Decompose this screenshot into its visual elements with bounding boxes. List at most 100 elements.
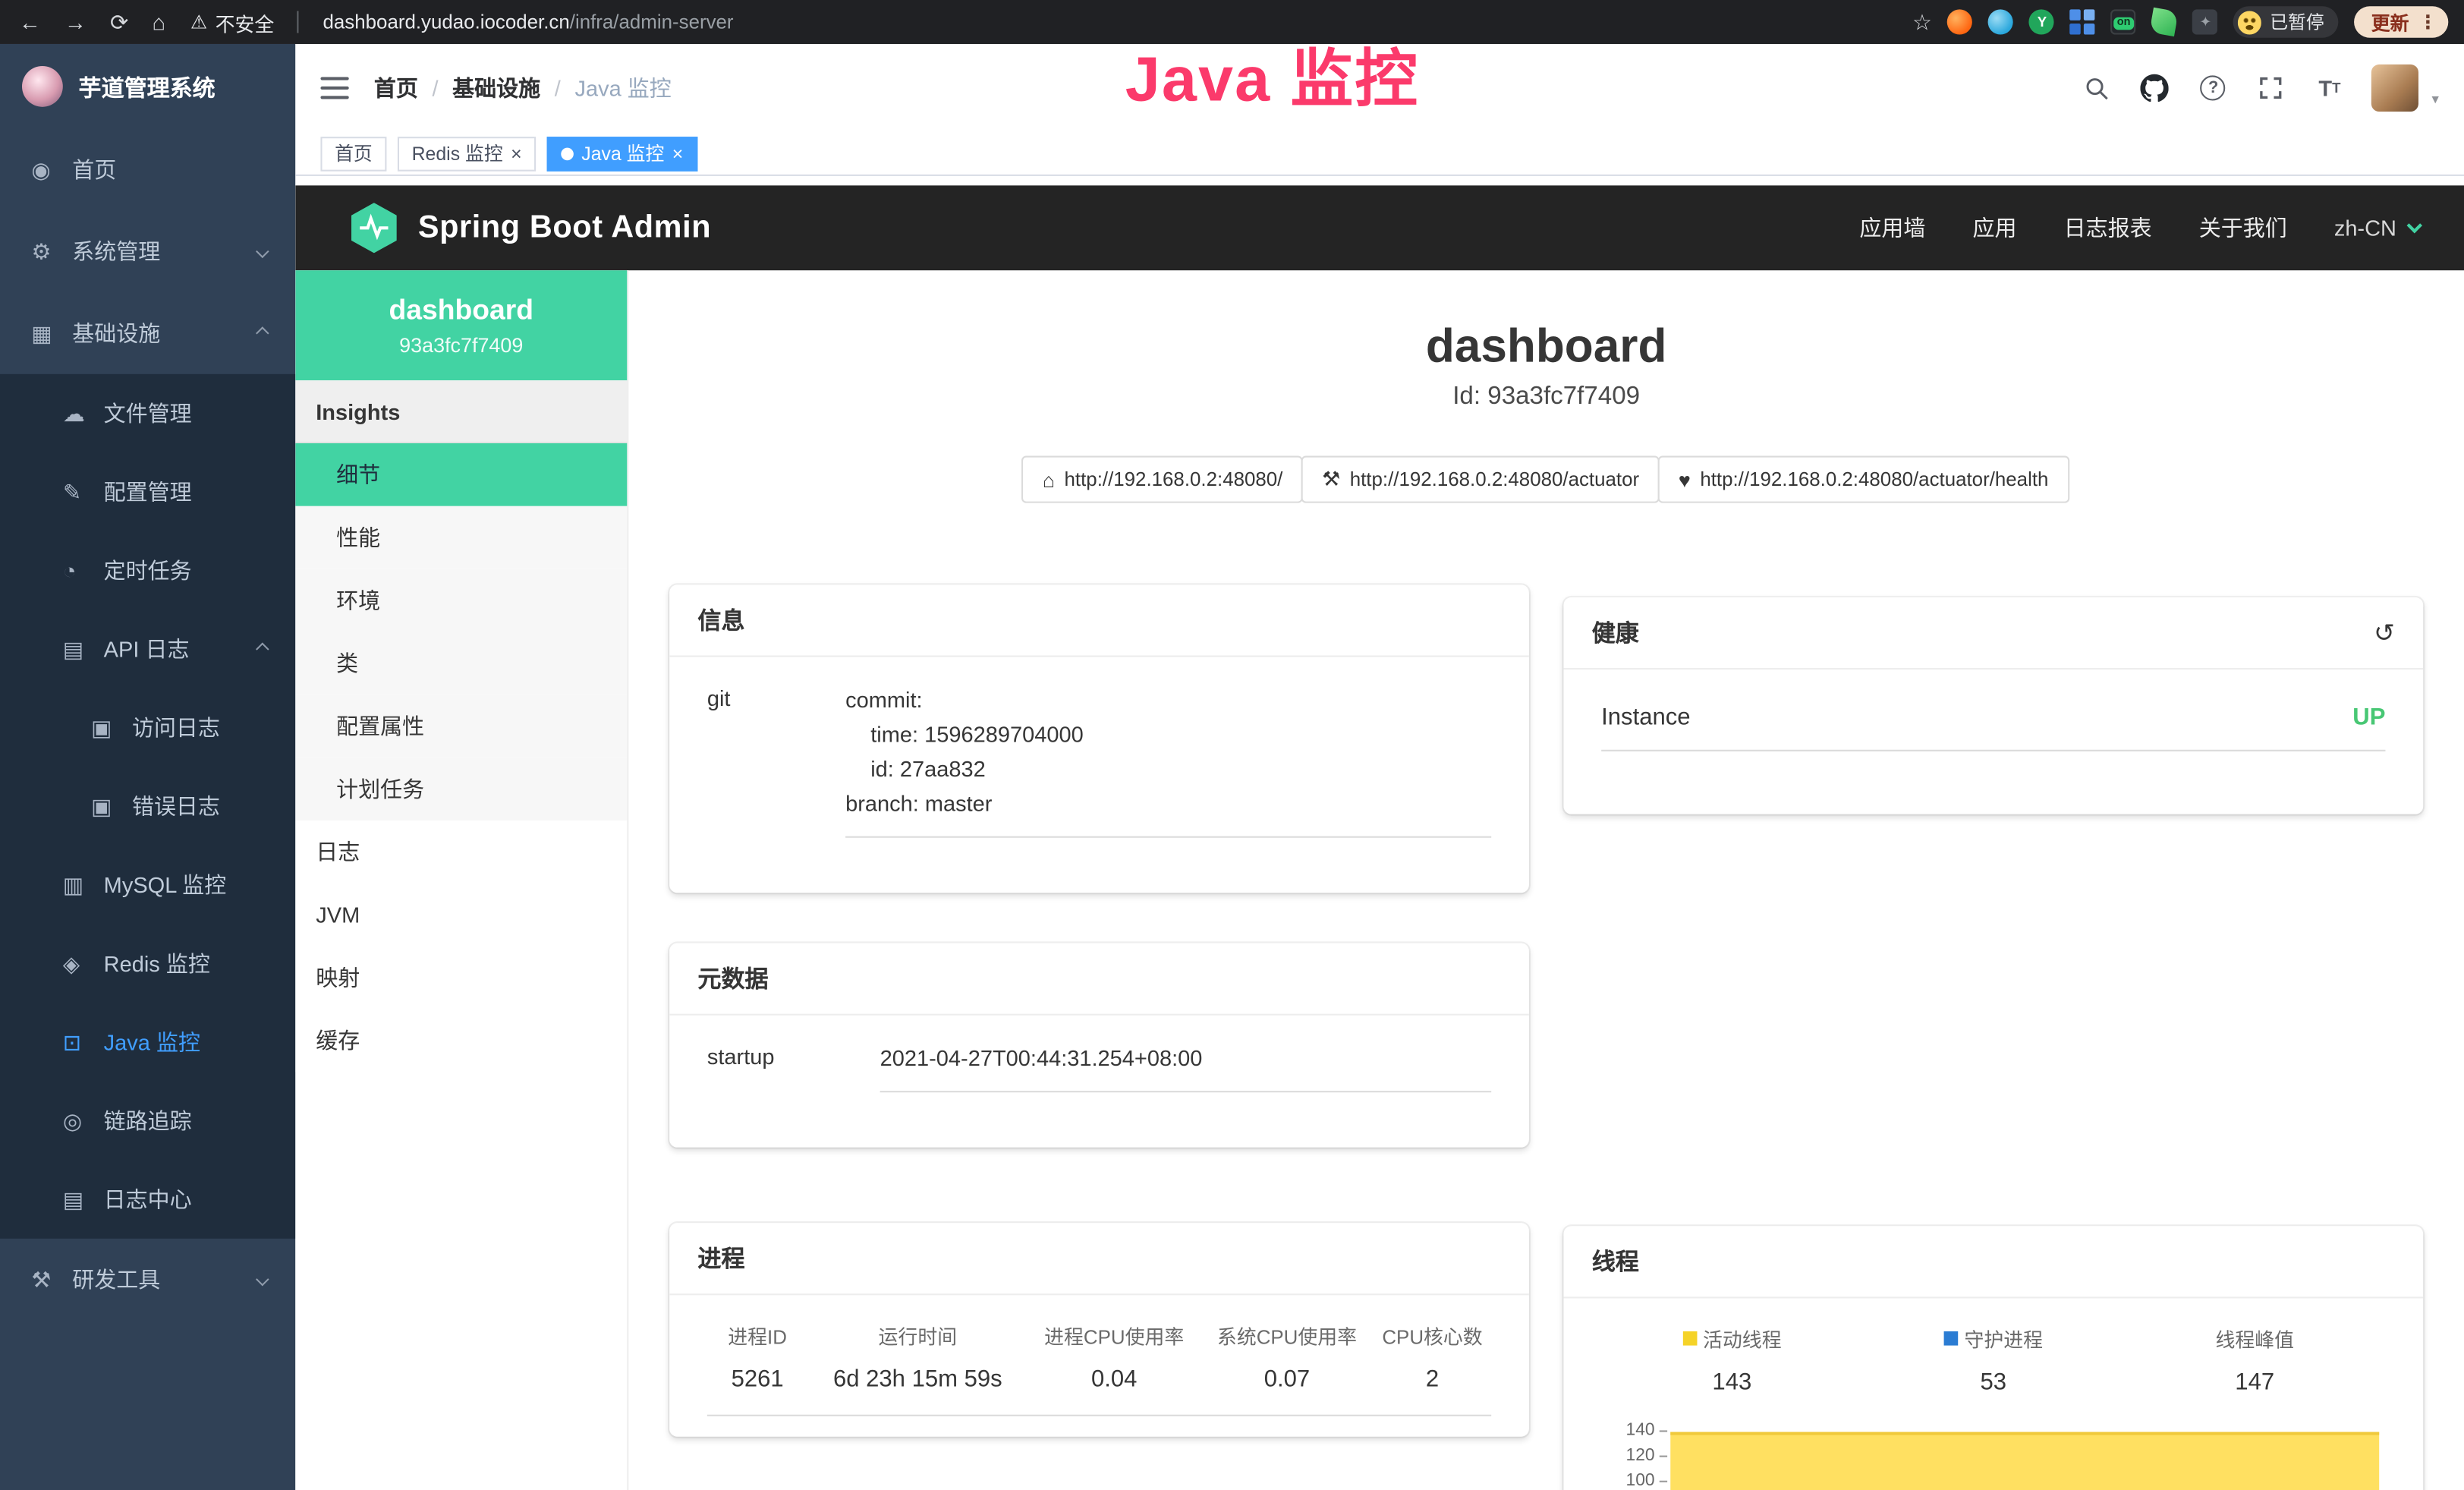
sba-menu-classes[interactable]: 类 bbox=[295, 632, 627, 695]
tab-java-monitor[interactable]: Java 监控 × bbox=[547, 136, 697, 171]
sidebar-item-scheduled-jobs[interactable]: ◔ 定时任务 bbox=[0, 531, 295, 610]
instance-health-link[interactable]: ♥ http://192.168.0.2:48080/actuator/heal… bbox=[1658, 456, 2069, 503]
search-icon[interactable] bbox=[2082, 72, 2113, 103]
fullscreen-icon[interactable] bbox=[2256, 72, 2287, 103]
cards-right-column: 健康 ↺ Instance UP 线程 bbox=[1563, 584, 2423, 1490]
tab-label: Java 监控 bbox=[581, 140, 664, 166]
sidebar-item-config-mgmt[interactable]: ✎ 配置管理 bbox=[0, 452, 295, 531]
sidebar-item-system-mgmt[interactable]: ⚙ 系统管理 bbox=[0, 210, 295, 292]
dashboard-icon: ◉ bbox=[31, 156, 72, 183]
font-size-icon[interactable]: TT bbox=[2314, 72, 2345, 103]
header-tools: ? TT ▾ bbox=[2082, 65, 2439, 112]
tab-redis-monitor[interactable]: Redis 监控 × bbox=[398, 136, 536, 171]
close-icon[interactable]: × bbox=[511, 143, 522, 162]
sba-menu-caches[interactable]: 缓存 bbox=[295, 1009, 627, 1072]
extension-icon-leaf[interactable] bbox=[2150, 8, 2179, 36]
cards-left-column: 信息 git commit: time: 1596289704000 id: 2… bbox=[669, 584, 1529, 1436]
address-bar[interactable]: ⚠ 不安全 dashboard.yudao.iocoder.cn/infra/a… bbox=[190, 7, 734, 36]
git-time-line: time: 1596289704000 bbox=[845, 717, 1491, 751]
heartbeat-icon: ♥ bbox=[1679, 468, 1691, 491]
forward-icon[interactable]: → bbox=[65, 9, 87, 34]
sba-nav-applications[interactable]: 应用 bbox=[1973, 213, 2017, 244]
sba-menu-mappings[interactable]: 映射 bbox=[295, 947, 627, 1010]
sba-nav-about[interactable]: 关于我们 bbox=[2199, 213, 2287, 244]
live-threads-value: 143 bbox=[1601, 1369, 1862, 1396]
github-icon[interactable] bbox=[2139, 72, 2170, 103]
sba-menu-details[interactable]: 细节 bbox=[295, 443, 627, 506]
sidebar-item-dev-tools[interactable]: ⚒ 研发工具 bbox=[0, 1239, 295, 1321]
sidebar-collapse-icon[interactable] bbox=[320, 77, 348, 99]
instance-id: 93a3fc7f7409 bbox=[399, 333, 523, 357]
extension-icon-orange[interactable] bbox=[1948, 9, 1973, 34]
sidebar-item-error-logs[interactable]: ▣ 错误日志 bbox=[0, 767, 295, 846]
sidebar-item-home[interactable]: ◉ 首页 bbox=[0, 129, 295, 211]
wrench-icon: ⚒ bbox=[1322, 467, 1340, 492]
home-icon[interactable]: ⌂ bbox=[152, 9, 165, 34]
profile-paused-chip[interactable]: 已暂停 bbox=[2234, 6, 2339, 37]
instance-home-link[interactable]: ⌂ http://192.168.0.2:48080/ bbox=[1022, 456, 1303, 503]
sba-menu-scheduled-tasks[interactable]: 计划任务 bbox=[295, 758, 627, 821]
tab-home[interactable]: 首页 bbox=[320, 136, 386, 171]
y-tick-120: 120 bbox=[1626, 1446, 1655, 1465]
breadcrumb-infrastructure[interactable]: 基础设施 bbox=[452, 72, 540, 103]
sidebar-item-mysql-monitor[interactable]: ▥ MySQL 监控 bbox=[0, 846, 295, 925]
sba-brand-title[interactable]: Spring Boot Admin bbox=[418, 209, 711, 246]
locale-label: zh-CN bbox=[2334, 216, 2396, 241]
document-icon: ▣ bbox=[91, 714, 132, 741]
reload-icon[interactable]: ⟳ bbox=[110, 8, 128, 35]
sidebar-item-java-monitor[interactable]: ⊡ Java 监控 bbox=[0, 1003, 295, 1082]
back-icon[interactable]: ← bbox=[19, 9, 41, 34]
chevron-down-icon bbox=[256, 245, 269, 259]
help-icon[interactable]: ? bbox=[2198, 72, 2229, 103]
link-label: http://192.168.0.2:48080/actuator/health bbox=[1700, 468, 2048, 490]
chevron-down-icon bbox=[256, 1273, 269, 1287]
extension-icon-on[interactable]: on bbox=[2111, 9, 2136, 34]
sidebar-item-label: Redis 监控 bbox=[104, 948, 210, 979]
sba-menu-config-props[interactable]: 配置属性 bbox=[295, 695, 627, 758]
git-commit-line: commit: bbox=[845, 682, 1491, 717]
sba-menu-metrics[interactable]: 性能 bbox=[295, 506, 627, 569]
close-icon[interactable]: × bbox=[672, 143, 684, 162]
sba-nav-journal[interactable]: 日志报表 bbox=[2064, 213, 2152, 244]
metadata-card-title: 元数据 bbox=[697, 962, 768, 994]
extension-icon-green-y[interactable]: Y bbox=[2029, 9, 2054, 34]
system-cpu-header: 系统CPU使用率 bbox=[1201, 1320, 1374, 1350]
edit-icon: ✎ bbox=[63, 479, 104, 506]
user-avatar[interactable] bbox=[2372, 65, 2419, 112]
breadcrumb: 首页 / 基础设施 / Java 监控 bbox=[374, 72, 672, 103]
browser-menu-kebab-icon[interactable]: ⋮ bbox=[2418, 11, 2437, 33]
system-cpu-value: 0.07 bbox=[1201, 1366, 1374, 1393]
instance-actuator-link[interactable]: ⚒ http://192.168.0.2:48080/actuator bbox=[1301, 456, 1660, 503]
extension-icon-dark[interactable]: ✦ bbox=[2193, 9, 2218, 34]
breadcrumb-home[interactable]: 首页 bbox=[374, 72, 418, 103]
sba-nav-wallboard[interactable]: 应用墙 bbox=[1859, 213, 1925, 244]
sidebar-item-redis-monitor[interactable]: ◈ Redis 监控 bbox=[0, 925, 295, 1003]
sba-menu-logs[interactable]: 日志 bbox=[295, 821, 627, 884]
extension-icon-grid[interactable] bbox=[2070, 9, 2095, 34]
history-icon[interactable]: ↺ bbox=[2374, 617, 2395, 648]
sba-menu-environment[interactable]: 环境 bbox=[295, 569, 627, 632]
sidebar-item-infrastructure[interactable]: ▦ 基础设施 bbox=[0, 292, 295, 374]
peak-threads-label: 线程峰值 bbox=[2215, 1324, 2294, 1353]
extension-icon-blue[interactable] bbox=[1989, 9, 2014, 34]
bookmark-star-icon[interactable]: ☆ bbox=[1912, 8, 1932, 35]
sba-main: dashboard Id: 93a3fc7f7409 ⌂ http://192.… bbox=[628, 270, 2464, 1490]
sidebar-item-access-logs[interactable]: ▣ 访问日志 bbox=[0, 688, 295, 767]
process-card: 进程 进程ID5261 运行时间6d 23h 15m 59s 进程CPU使用率0… bbox=[669, 1223, 1529, 1437]
sidebar-item-label: 系统管理 bbox=[72, 236, 160, 267]
sidebar-item-api-logs[interactable]: ▤ API 日志 bbox=[0, 610, 295, 688]
app-sidebar: 芋道管理系统 ◉ 首页 ⚙ 系统管理 ▦ 基础设施 ☁ 文件管理 ✎ 配置管理 bbox=[0, 44, 295, 1490]
browser-update-button[interactable]: 更新 ⋮ bbox=[2354, 6, 2448, 37]
sidebar-item-tracing[interactable]: ◎ 链路追踪 bbox=[0, 1082, 295, 1161]
sidebar-item-log-center[interactable]: ▤ 日志中心 bbox=[0, 1160, 295, 1239]
avatar-caret-icon[interactable]: ▾ bbox=[2431, 90, 2438, 108]
sba-locale-select[interactable]: zh-CN bbox=[2334, 216, 2420, 241]
breadcrumb-separator: / bbox=[432, 75, 438, 100]
sba-menu-jvm[interactable]: JVM bbox=[295, 884, 627, 947]
health-instance-label: Instance bbox=[1601, 704, 1690, 731]
profile-smiley-icon bbox=[2239, 10, 2262, 33]
health-instance-row: Instance UP bbox=[1601, 704, 2385, 751]
sidebar-item-file-mgmt[interactable]: ☁ 文件管理 bbox=[0, 374, 295, 453]
metadata-value-startup: 2021-04-27T00:44:31.254+08:00 bbox=[880, 1041, 1492, 1092]
instance-name: dashboard bbox=[389, 294, 533, 326]
